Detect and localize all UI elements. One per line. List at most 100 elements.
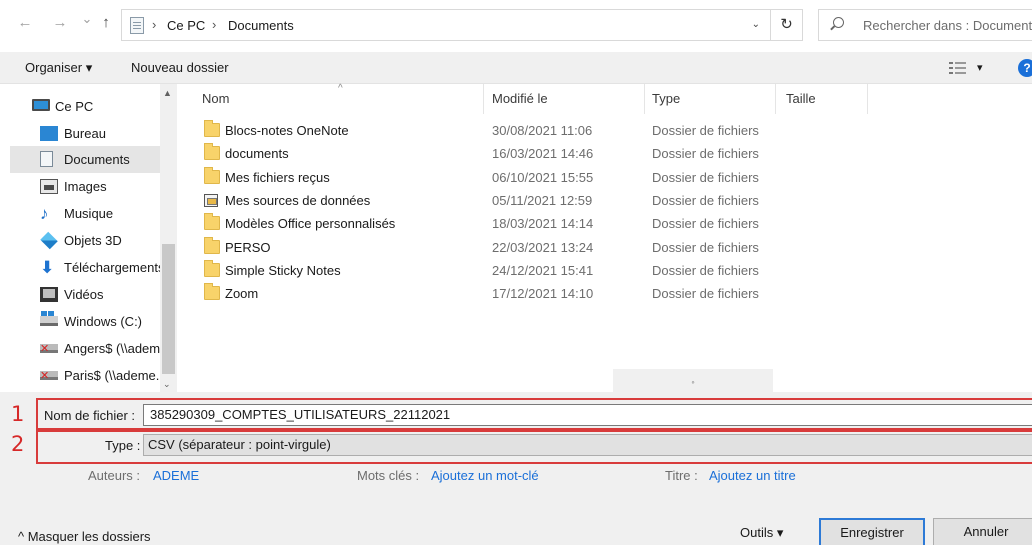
videos-icon <box>40 287 58 302</box>
title-input[interactable]: Ajoutez un titre <box>709 468 796 483</box>
cancel-button[interactable]: Annuler <box>933 518 1032 545</box>
nav-item-paris[interactable]: Paris$ (\\ademe. <box>12 362 159 389</box>
file-row[interactable]: Mes fichiers reçus 06/10/2021 15:55 Doss… <box>177 166 877 189</box>
file-row[interactable]: Blocs-notes OneNote 30/08/2021 11:06 Dos… <box>177 119 877 142</box>
breadcrumb-ce-pc[interactable]: Ce PC <box>167 18 205 33</box>
column-header-modified[interactable]: Modifié le <box>492 91 548 106</box>
organize-button[interactable]: Organiser ▾ <box>25 60 92 76</box>
nav-item-videos[interactable]: Vidéos <box>12 281 158 308</box>
tools-dropdown[interactable]: Outils ▾ <box>740 525 783 541</box>
nav-item-documents[interactable]: Documents <box>10 146 160 173</box>
refresh-button[interactable]: ↻ <box>771 9 803 41</box>
file-type: Dossier de fichiers <box>652 170 759 185</box>
file-type: Dossier de fichiers <box>652 216 759 231</box>
nav-item-label: Objets 3D <box>64 233 122 248</box>
column-divider[interactable] <box>867 84 868 114</box>
folder-icon <box>204 213 220 230</box>
folder-icon <box>204 237 220 254</box>
file-modified-date: 22/03/2021 13:24 <box>492 240 594 255</box>
downloads-icon: ⬇ <box>40 258 55 277</box>
column-divider[interactable] <box>775 84 776 114</box>
scroll-down-icon[interactable]: ⌄ <box>163 379 171 390</box>
nav-item-label: Documents <box>64 152 130 167</box>
nav-item-label: Images <box>64 179 107 194</box>
tags-input[interactable]: Ajoutez un mot-clé <box>431 468 539 483</box>
nav-item-telechargements[interactable]: ⬇ Téléchargements <box>12 254 164 281</box>
help-icon[interactable]: ? <box>1018 59 1032 77</box>
3d-objects-icon <box>40 231 58 250</box>
file-modified-date: 17/12/2021 14:10 <box>492 286 594 301</box>
file-row[interactable]: Mes sources de données 05/11/2021 12:59 … <box>177 189 877 212</box>
breadcrumb-separator-icon: › <box>212 17 217 32</box>
file-row[interactable]: PERSO 22/03/2021 13:24 Dossier de fichie… <box>177 236 877 259</box>
command-toolbar: Organiser ▾ Nouveau dossier ▾ ? <box>0 52 1032 84</box>
file-name: PERSO <box>225 240 271 255</box>
refresh-icon: ↻ <box>780 16 793 33</box>
address-bar[interactable]: › Ce PC › Documents ⌄ <box>121 9 771 41</box>
file-name: Mes sources de données <box>225 193 371 208</box>
horizontal-scrollbar[interactable]: ◦ <box>613 369 773 393</box>
forward-arrow-icon[interactable]: → <box>51 14 69 31</box>
column-divider[interactable] <box>644 84 645 114</box>
file-row[interactable]: Modèles Office personnalisés 18/03/2021 … <box>177 212 877 235</box>
nav-item-label: Vidéos <box>64 287 104 302</box>
nav-item-ce-pc[interactable]: Ce PC <box>12 93 158 120</box>
folder-icon <box>204 167 220 184</box>
filename-input[interactable]: 385290309_COMPTES_UTILISATEURS_22112021 <box>143 404 1032 426</box>
navigation-pane: Ce PC Bureau Documents Images ♪ Musique … <box>0 84 176 392</box>
file-modified-date: 30/08/2021 11:06 <box>492 123 593 138</box>
up-arrow-icon[interactable]: ↑ <box>97 14 115 31</box>
navigation-scrollbar[interactable]: ▲ ⌄ <box>160 84 177 392</box>
nav-item-label: Bureau <box>64 126 106 141</box>
file-name: Simple Sticky Notes <box>225 263 341 278</box>
images-icon <box>40 179 58 194</box>
file-name: Blocs-notes OneNote <box>225 123 349 138</box>
file-type-select[interactable]: CSV (séparateur : point-virgule) <box>143 434 1032 456</box>
address-row: ← → ⌄ ↑ › Ce PC › Documents ⌄ ↻ Recherch… <box>0 0 1032 52</box>
breadcrumb-documents[interactable]: Documents <box>228 18 294 33</box>
column-header-size[interactable]: Taille <box>786 91 816 106</box>
scroll-up-icon[interactable]: ▲ <box>163 88 172 98</box>
drive-icon <box>40 311 58 326</box>
address-dropdown-icon[interactable]: ⌄ <box>752 19 760 30</box>
file-row[interactable]: Zoom 17/12/2021 14:10 Dossier de fichier… <box>177 282 877 305</box>
scrollbar-thumb[interactable] <box>162 244 175 374</box>
file-type: Dossier de fichiers <box>652 146 759 161</box>
search-input[interactable]: Rechercher dans : Documents <box>818 9 1032 41</box>
recent-locations-chevron-icon[interactable]: ⌄ <box>78 11 96 27</box>
folder-icon <box>204 120 220 137</box>
file-row[interactable]: documents 16/03/2021 14:46 Dossier de fi… <box>177 142 877 165</box>
nav-item-angers[interactable]: Angers$ (\\ademe <box>12 335 167 362</box>
scrollbar-grip-icon: ◦ <box>691 377 695 387</box>
search-icon <box>833 17 844 28</box>
nav-item-windows-c[interactable]: Windows (C:) <box>12 308 158 335</box>
filename-label: Nom de fichier : <box>44 408 136 423</box>
back-arrow-icon[interactable]: ← <box>16 14 34 31</box>
nav-item-musique[interactable]: ♪ Musique <box>12 200 158 227</box>
view-dropdown-icon[interactable]: ▾ <box>977 61 983 74</box>
file-row[interactable]: Simple Sticky Notes 24/12/2021 15:41 Dos… <box>177 259 877 282</box>
annotation-number-1: 1 <box>11 402 25 426</box>
nav-item-label: Angers$ (\\ademe <box>64 341 168 356</box>
save-button[interactable]: Enregistrer <box>819 518 925 545</box>
hide-folders-toggle[interactable]: ^ Masquer les dossiers <box>18 529 151 544</box>
column-header-name[interactable]: Nom <box>202 91 229 106</box>
nav-item-label: Windows (C:) <box>64 314 143 329</box>
nav-item-label: Téléchargements <box>64 260 165 275</box>
title-label: Titre : <box>665 468 698 483</box>
nav-item-images[interactable]: Images <box>12 173 158 200</box>
file-type: Dossier de fichiers <box>652 240 759 255</box>
nav-item-label: Ce PC <box>55 99 94 114</box>
authors-label: Auteurs : <box>88 468 141 483</box>
nav-item-label: Paris$ (\\ademe. <box>64 368 160 383</box>
nav-item-objets-3d[interactable]: Objets 3D <box>12 227 158 254</box>
file-type: Dossier de fichiers <box>652 193 759 208</box>
nav-item-bureau[interactable]: Bureau <box>12 120 158 147</box>
new-folder-button[interactable]: Nouveau dossier <box>131 60 229 75</box>
authors-value[interactable]: ADEME <box>153 468 199 483</box>
computer-icon <box>32 99 50 111</box>
column-header-type[interactable]: Type <box>652 91 680 106</box>
view-options-icon[interactable] <box>949 62 967 74</box>
column-divider[interactable] <box>483 84 484 114</box>
search-placeholder: Rechercher dans : Documents <box>863 18 1032 33</box>
